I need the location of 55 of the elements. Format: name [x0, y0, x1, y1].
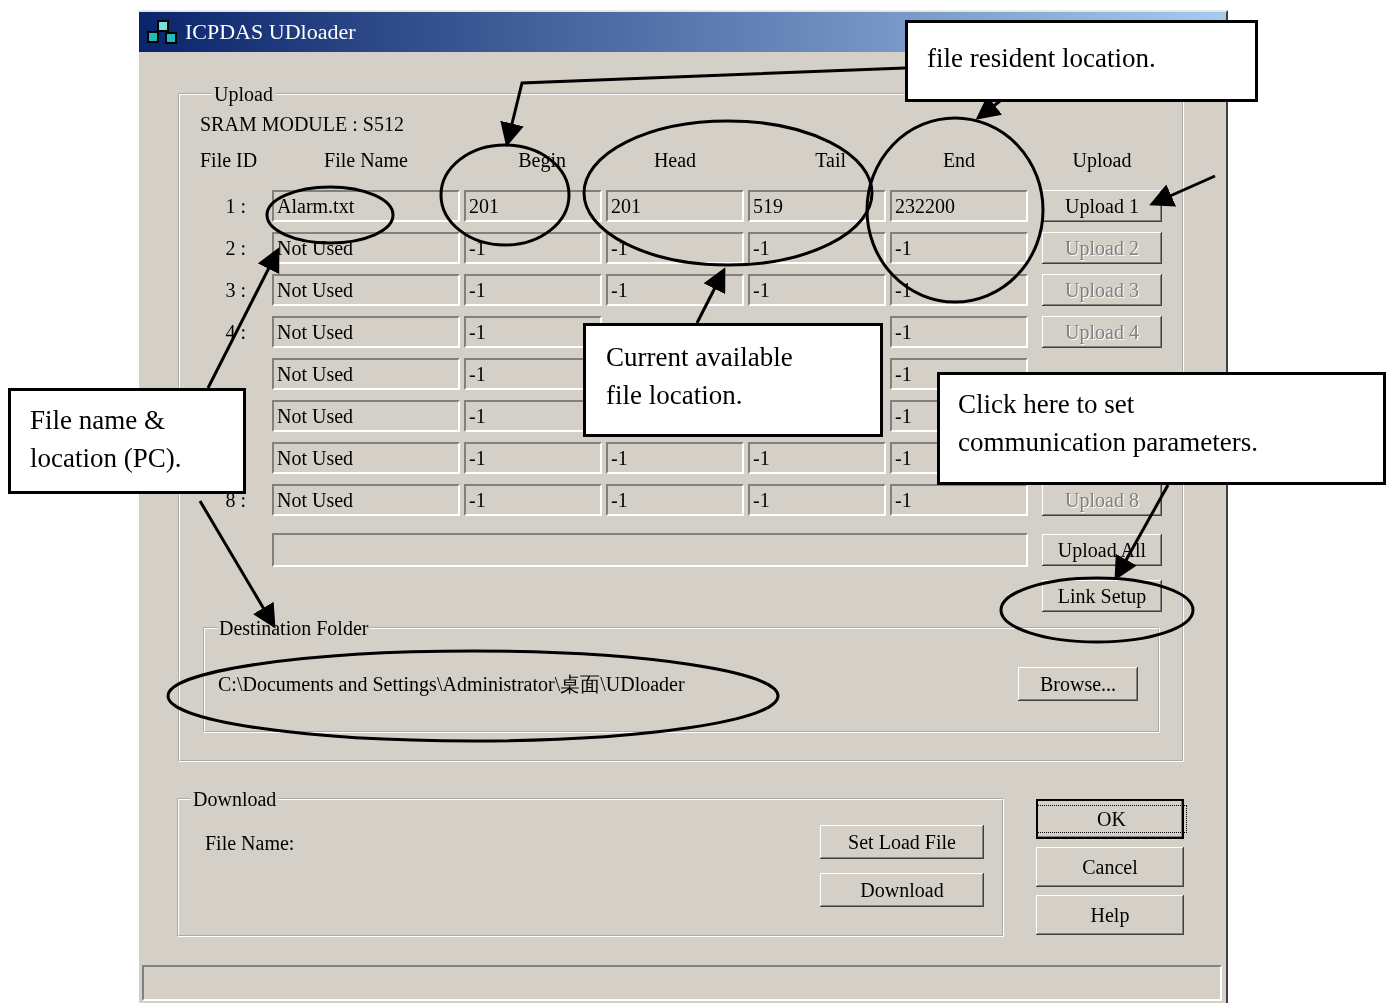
- annotation-tooltip: file resident location.: [905, 20, 1258, 102]
- column-header: File Name: [324, 149, 408, 171]
- value-field: -1: [606, 442, 744, 474]
- file-name-field: Not Used: [272, 316, 460, 348]
- value-field: 519: [748, 190, 886, 222]
- window-title: ICPDAS UDloader: [185, 19, 356, 45]
- file-id-label: 2 :: [225, 236, 246, 259]
- module-label: SRAM MODULE : S512: [200, 113, 404, 135]
- file-name-field: Not Used: [272, 358, 460, 390]
- value-field: -1: [464, 232, 602, 264]
- folder-path: C:\Documents and Settings\Administrator\桌面\UDloader: [218, 671, 685, 698]
- app-icon: [145, 17, 179, 47]
- annotation-tooltip: Current available file location.: [583, 323, 883, 437]
- value-field: -1: [748, 442, 886, 474]
- value-field: -1: [606, 484, 744, 516]
- annotation-tooltip: File name & location (PC).: [8, 388, 246, 494]
- dialog-button[interactable]: OK: [1036, 799, 1184, 839]
- column-header: Upload: [1072, 149, 1132, 171]
- value-field: -1: [464, 274, 602, 306]
- file-name-field: Not Used: [272, 400, 460, 432]
- download-action-button[interactable]: Download: [820, 873, 984, 907]
- value-field: 232200: [890, 190, 1028, 222]
- column-header: Head: [653, 149, 697, 171]
- group-label: Destination Folder: [218, 616, 370, 640]
- file-name-field: Not Used: [272, 274, 460, 306]
- column-header: Tail: [815, 149, 846, 171]
- file-name-field: Alarm.txt: [272, 190, 460, 222]
- file-name-field: Not Used: [272, 442, 460, 474]
- download-action-button[interactable]: Set Load File: [820, 825, 984, 859]
- pointer-arrow: [1149, 174, 1216, 207]
- group-label: Upload: [213, 82, 274, 106]
- upload-button[interactable]: Upload 1: [1042, 190, 1162, 222]
- value-field: -1: [748, 232, 886, 264]
- value-field: -1: [890, 232, 1028, 264]
- file-id-label: 1 :: [225, 194, 246, 217]
- value-field: -1: [464, 442, 602, 474]
- annotation-tooltip: Click here to set communication parameters.: [937, 372, 1386, 485]
- dialog-button[interactable]: Cancel: [1036, 847, 1184, 887]
- value-field: -1: [890, 316, 1028, 348]
- file-name-label: File Name:: [205, 831, 295, 856]
- browse-button[interactable]: Browse...: [1018, 667, 1138, 701]
- column-header: End: [942, 149, 976, 171]
- value-field: 201: [606, 190, 744, 222]
- value-field: 201: [464, 190, 602, 222]
- link-setup-button[interactable]: Link Setup: [1042, 580, 1162, 612]
- value-field: -1: [748, 484, 886, 516]
- value-field: -1: [606, 274, 744, 306]
- value-field: -1: [464, 484, 602, 516]
- column-header: File ID: [200, 149, 258, 171]
- value-field: -1: [748, 274, 886, 306]
- dialog-button[interactable]: Help: [1036, 895, 1184, 935]
- file-id-label: 3 :: [225, 278, 246, 301]
- file-name-field: Not Used: [272, 484, 460, 516]
- group-label: Download: [192, 787, 278, 811]
- pointer-arrow: [695, 267, 726, 324]
